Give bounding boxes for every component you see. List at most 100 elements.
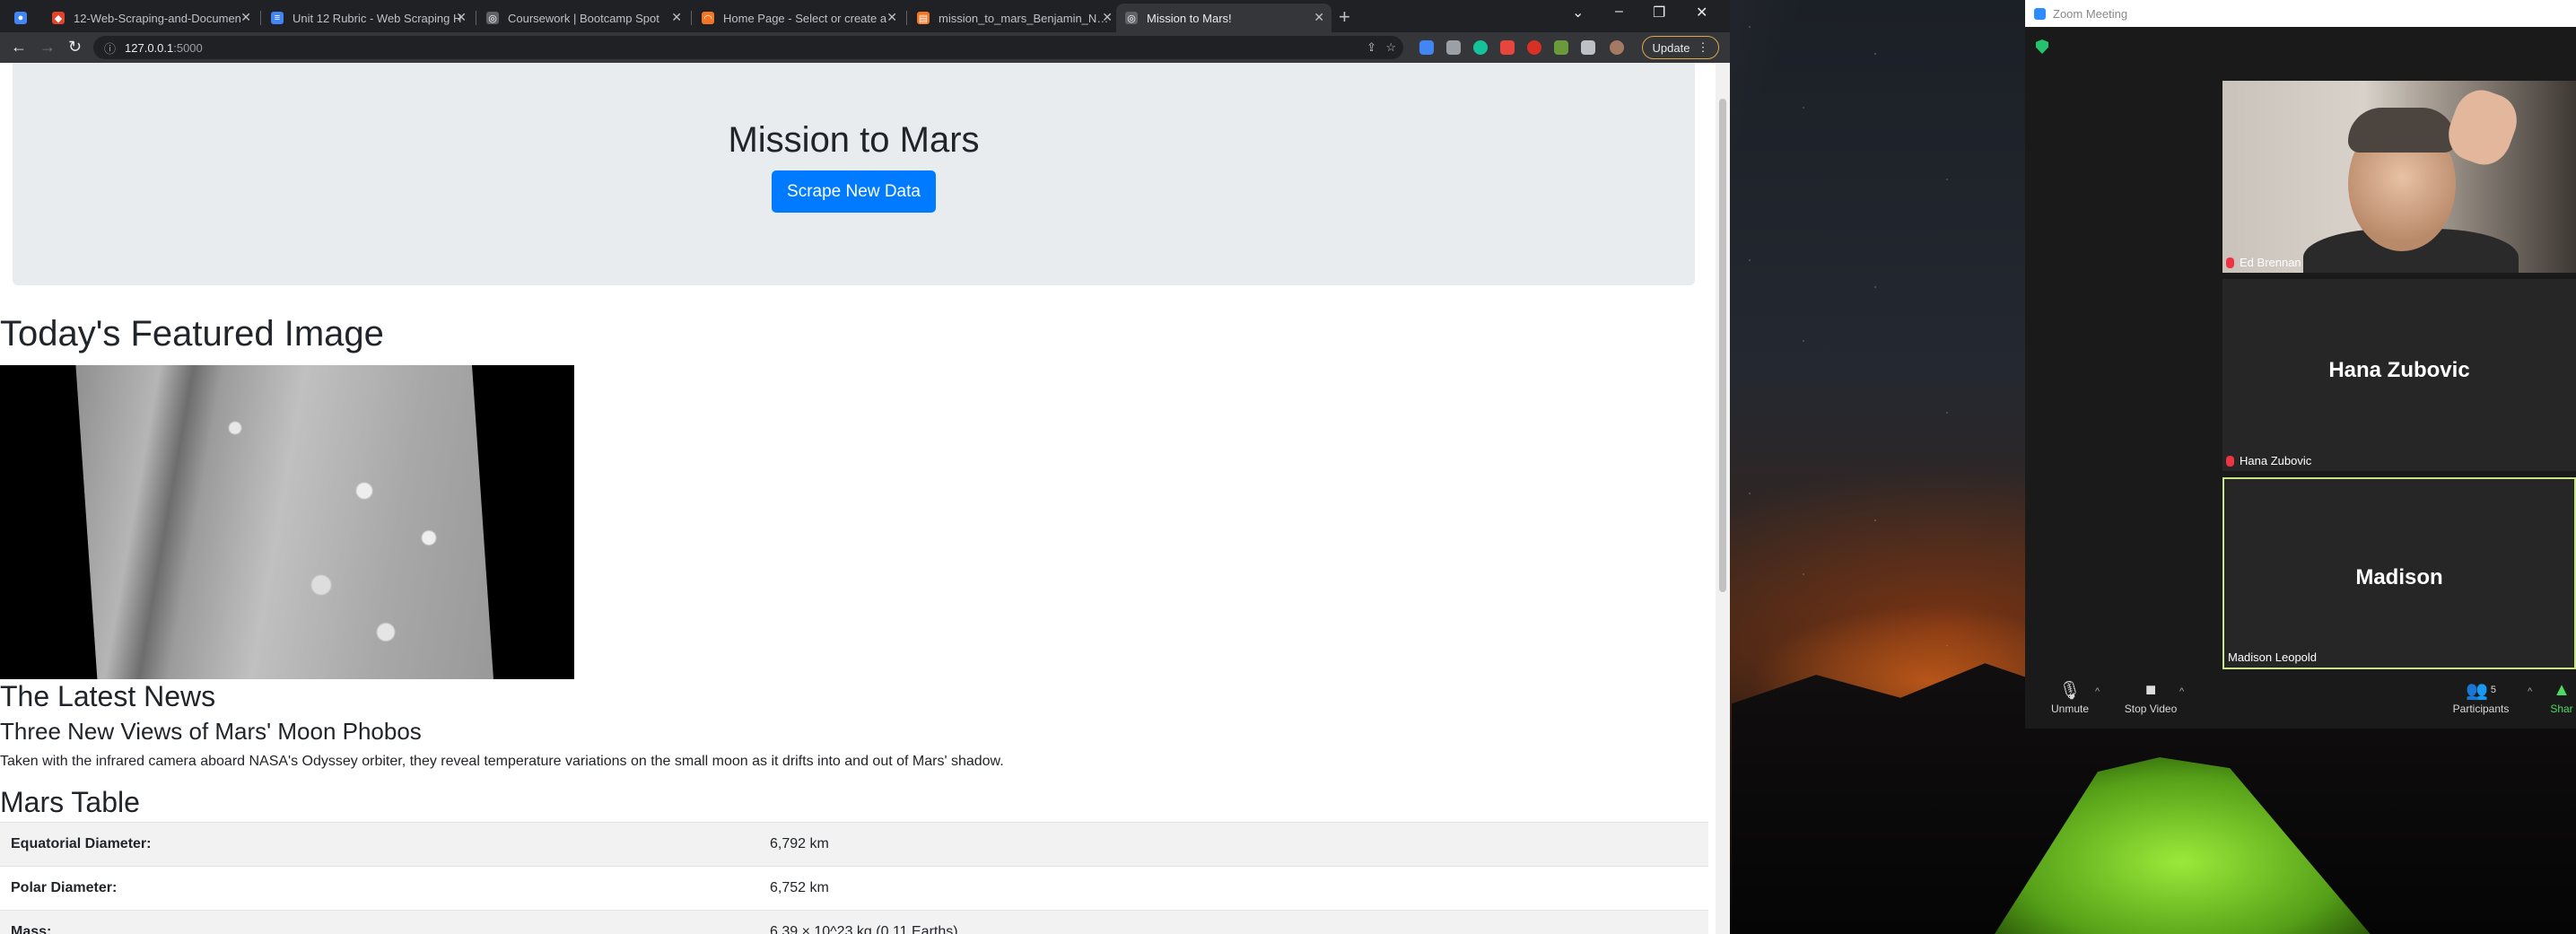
forward-icon[interactable]: → [39, 38, 56, 57]
jumbotron: Mission to Mars Scrape New Data [13, 63, 1695, 285]
tab-separator [260, 11, 261, 25]
update-button[interactable]: Update ⋮ [1642, 36, 1719, 59]
muted-mic-icon [2226, 257, 2234, 268]
wallpaper-stars [1732, 0, 2028, 646]
table-cell-value: 6.39 × 10^23 kg (0.11 Earths) [759, 910, 1708, 934]
participant-name-label: Madison Leopold [2228, 650, 2318, 664]
close-icon[interactable]: ✕ [240, 10, 251, 25]
docs-icon: ≡ [271, 12, 284, 24]
unmute-button[interactable]: 🎙 Unmute [2043, 677, 2097, 716]
tab-bar: ● ◆ 12-Web-Scraping-and-Documen ✕ ≡ Unit… [0, 0, 1730, 32]
page-scrollbar[interactable] [1716, 63, 1730, 934]
info-icon[interactable]: ⓘ [104, 39, 116, 57]
table-cell-key: Polar Diameter: [0, 866, 759, 911]
globe-icon: ◎ [486, 12, 499, 24]
table-cell-value: 6,752 km [759, 866, 1708, 911]
zoom-window: Zoom Meeting Ed Brennan Hana Zubovic Han… [2025, 0, 2576, 729]
share-screen-icon: ▲ [2553, 679, 2571, 700]
puzzle-icon[interactable] [1581, 40, 1595, 55]
muted-mic-icon [2226, 455, 2234, 467]
tab-separator [691, 11, 692, 25]
page-title: Mission to Mars [728, 120, 980, 160]
extension-icon[interactable] [1419, 40, 1434, 55]
participant-display-name: Hana Zubovic [2328, 358, 2470, 382]
tab-web-scraping-repo[interactable]: ◆ 12-Web-Scraping-and-Documen ✕ [43, 4, 258, 32]
tab-mission-to-mars[interactable]: ◎ Mission to Mars! ✕ [1116, 4, 1332, 32]
bookmark-star-icon[interactable]: ☆ [1385, 40, 1396, 55]
mars-surface-image [75, 365, 493, 679]
address-bar[interactable]: ⓘ 127.0.0.1:5000 ⇪ ☆ [93, 36, 1403, 59]
participants-icon: 👥 5 [2465, 680, 2497, 701]
zoom-control-bar: 🎙 Unmute ^ ■ Stop Video ^ 👥 5 Participant… [2025, 677, 2576, 729]
browser-toolbar: ← → ↻ ⓘ 127.0.0.1:5000 ⇪ ☆ Update ⋮ [0, 32, 1730, 63]
tab-separator [906, 11, 907, 25]
minimize-icon[interactable]: – [1615, 4, 1623, 20]
encryption-shield-icon[interactable] [2036, 39, 2048, 54]
mars-facts-table: Equatorial Diameter: 6,792 km Polar Diam… [0, 822, 1708, 934]
chevron-up-icon[interactable]: ^ [2528, 686, 2532, 697]
grammarly-icon[interactable] [1473, 40, 1488, 55]
globe-icon: ◎ [1125, 12, 1138, 24]
page-viewport: Mission to Mars Scrape New Data Today's … [0, 63, 1716, 934]
url-port: :5000 [173, 40, 203, 55]
table-row: Equatorial Diameter: 6,792 km [0, 822, 1708, 867]
zoom-window-title: Zoom Meeting [2053, 6, 2128, 21]
scrape-new-data-button[interactable]: Scrape New Data [772, 170, 936, 213]
back-icon[interactable]: ← [11, 38, 27, 57]
close-icon[interactable]: ✕ [671, 10, 682, 25]
close-icon[interactable]: ✕ [1102, 10, 1113, 25]
extension-icon[interactable] [1527, 40, 1541, 55]
participant-name-label: Hana Zubovic [2226, 454, 2311, 467]
chevron-up-icon[interactable]: ^ [2179, 686, 2184, 697]
video-tile-hana-zubovic[interactable]: Hana Zubovic Hana Zubovic [2222, 279, 2576, 471]
chevron-up-icon[interactable]: ^ [2095, 686, 2100, 697]
participants-button[interactable]: 👥 5 Participants [2445, 677, 2517, 716]
featured-image [0, 365, 574, 679]
restore-icon[interactable]: ❐ [1653, 4, 1665, 22]
jupyter-icon: ◠ [702, 12, 714, 24]
share-icon[interactable]: ⇪ [1367, 40, 1376, 55]
participant-hand [2441, 83, 2525, 172]
video-tile-ed-brennan[interactable]: Ed Brennan [2222, 81, 2576, 273]
tab-coursework[interactable]: ◎ Coursework | Bootcamp Spot ✕ [477, 4, 689, 32]
window-close-icon[interactable]: ✕ [1696, 4, 1707, 22]
tab-notebook[interactable]: ▤ mission_to_mars_Benjamin_Ngu ✕ [908, 4, 1120, 32]
zoom-logo-icon [2034, 7, 2046, 20]
share-screen-button[interactable]: ▲ Shar [2547, 677, 2576, 716]
mars-table-heading: Mars Table [0, 786, 140, 818]
extension-icon[interactable] [1446, 40, 1461, 55]
menu-icon[interactable]: ⋮ [1697, 40, 1708, 55]
stop-video-button[interactable]: ■ Stop Video [2115, 677, 2187, 716]
participant-display-name: Madison [2355, 565, 2443, 589]
close-icon[interactable]: ✕ [456, 10, 467, 25]
video-camera-icon: ■ [2144, 679, 2157, 700]
tab-search-icon[interactable]: ⌄ [1572, 4, 1584, 22]
reload-icon[interactable]: ↻ [68, 38, 82, 57]
zoom-titlebar: Zoom Meeting [2025, 0, 2576, 27]
extension-icon[interactable] [1554, 40, 1568, 55]
new-tab-icon[interactable]: + [1339, 5, 1350, 29]
table-row: Mass: 6.39 × 10^23 kg (0.11 Earths) [0, 910, 1708, 934]
table-cell-key: Mass: [0, 910, 759, 934]
video-tile-madison-leopold[interactable]: Madison Madison Leopold [2222, 477, 2576, 669]
avatar[interactable] [1610, 40, 1624, 55]
extension-icon[interactable] [1500, 40, 1515, 55]
scrollbar-thumb[interactable] [1719, 99, 1726, 592]
chrome-icon: ● [14, 12, 27, 24]
tab-pinned[interactable]: ● [5, 4, 41, 32]
close-icon[interactable]: ✕ [886, 10, 897, 25]
participant-name-label: Ed Brennan [2226, 256, 2301, 269]
gitlab-icon: ◆ [52, 12, 65, 24]
table-cell-value: 6,792 km [759, 822, 1708, 867]
muted-mic-icon: 🎙 [2058, 680, 2082, 701]
close-icon[interactable]: ✕ [1314, 10, 1324, 25]
tab-jupyter-home[interactable]: ◠ Home Page - Select or create a ✕ [693, 4, 904, 32]
notebook-icon: ▤ [917, 12, 930, 24]
url-host: 127.0.0.1 [125, 40, 174, 55]
table-cell-key: Equatorial Diameter: [0, 822, 759, 867]
tab-rubric[interactable]: ≡ Unit 12 Rubric - Web Scraping H ✕ [262, 4, 474, 32]
latest-news-heading: The Latest News [0, 680, 216, 712]
news-title: Three New Views of Mars' Moon Phobos [0, 718, 422, 745]
browser-window: ● ◆ 12-Web-Scraping-and-Documen ✕ ≡ Unit… [0, 0, 1730, 934]
featured-image-heading: Today's Featured Image [0, 314, 384, 354]
